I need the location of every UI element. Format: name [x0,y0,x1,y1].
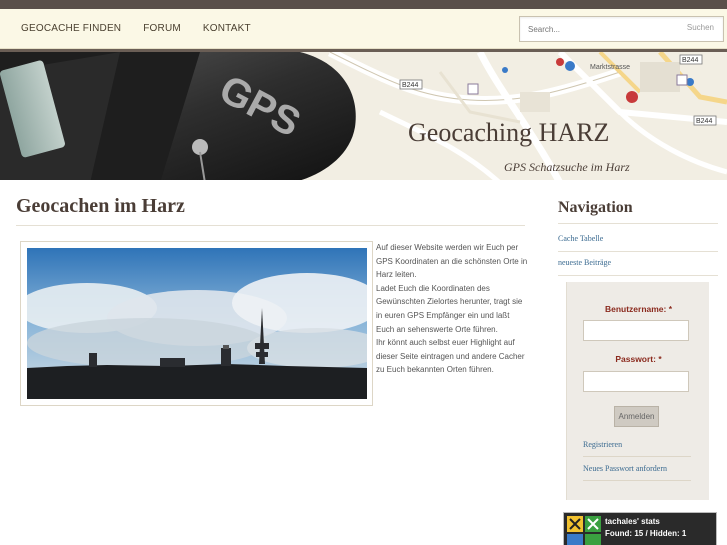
svg-text:B244: B244 [402,82,418,89]
username-label: Benutzername: * [604,304,673,314]
password-label: Passwort: * [615,354,662,364]
geocaching-stats-badge[interactable]: tachales' stats Found: 15 / Hidden: 1 [563,512,717,545]
site-title[interactable]: Geocaching HARZ [408,118,609,148]
article-paragraph: Auf dieser Website werden wir Euch per G… [376,243,528,375]
login-form: Benutzername: * Passwort: * Anmelden Reg… [566,282,709,500]
nav-item-kontakt[interactable]: KONTAKT [192,9,262,49]
nav-menu: GEOCACHE FINDEN FORUM KONTAKT [10,9,262,49]
svg-text:B244: B244 [696,118,712,125]
sidebar-link-cache-tabelle[interactable]: Cache Tabelle [558,234,718,252]
article-title: Geocachen im Harz [16,195,525,226]
geocaching-logo-icon [567,516,601,545]
username-field[interactable] [583,320,689,341]
article-body: Auf dieser Website werden wir Euch per G… [376,241,528,377]
site-header-banner: B244 B244 B244 Marktstrasse GPS Geocachi… [0,49,727,180]
login-button[interactable]: Anmelden [614,406,659,427]
nav-item-forum[interactable]: FORUM [132,9,192,49]
article-photo [20,241,373,406]
nav-item-geocache-finden[interactable]: GEOCACHE FINDEN [10,9,132,49]
search-box: Suchen [519,16,724,42]
sidebar-link-neueste-beitraege[interactable]: neueste Beiträge [558,258,718,276]
brocken-landscape-image [27,248,367,399]
svg-text:Marktstrasse: Marktstrasse [590,64,630,71]
register-link[interactable]: Registrieren [583,440,691,457]
sidebar-title: Navigation [558,199,718,224]
svg-text:B244: B244 [682,57,698,64]
password-field[interactable] [583,371,689,392]
search-button[interactable]: Suchen [687,23,714,32]
search-input[interactable] [528,17,678,41]
stats-counts: Found: 15 / Hidden: 1 [605,529,687,538]
top-bar [0,0,727,9]
site-subtitle: GPS Schatzsuche im Harz [504,160,630,174]
reset-password-link[interactable]: Neues Passwort anfordern [583,464,691,481]
stats-user: tachales' stats [605,517,660,526]
